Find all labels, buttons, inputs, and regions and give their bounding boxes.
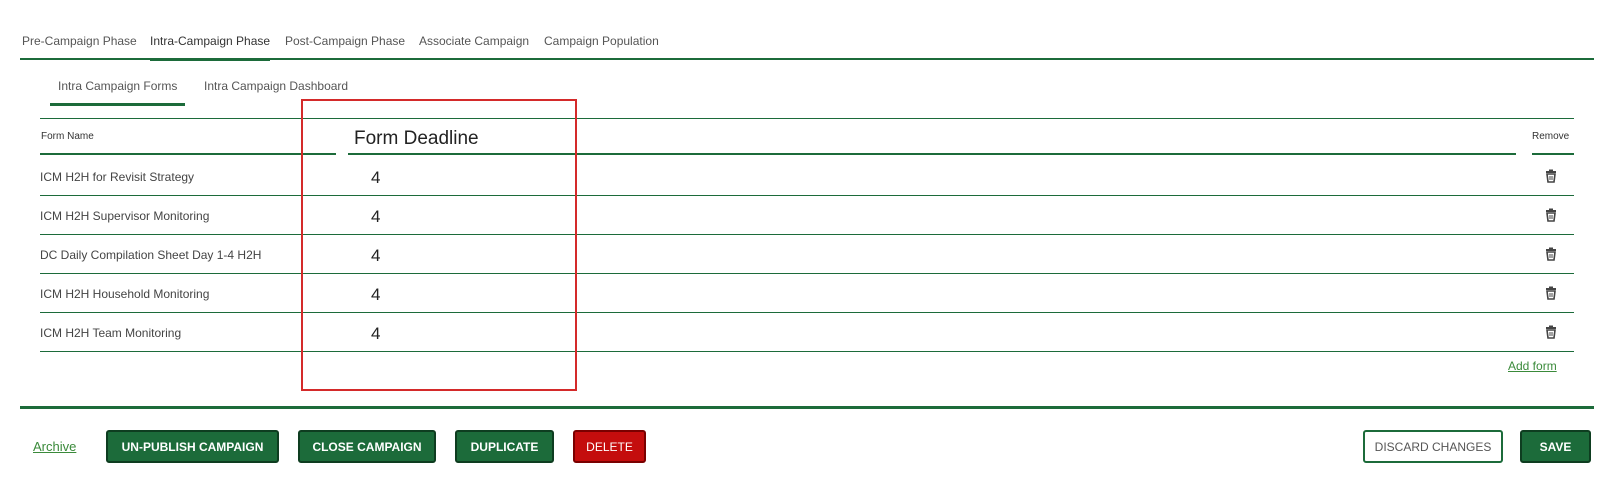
form-deadline-cell[interactable]: 4: [371, 285, 380, 305]
table-row: ICM H2H Household Monitoring 4: [40, 274, 1574, 313]
table-row: ICM H2H for Revisit Strategy 4: [40, 157, 1574, 196]
table-divider: [40, 118, 1574, 119]
tab-campaign-population[interactable]: Campaign Population: [544, 34, 659, 58]
intra-campaign-sub-tabs: Intra Campaign Forms Intra Campaign Dash…: [40, 75, 1580, 107]
table-row: ICM H2H Supervisor Monitoring 4: [40, 196, 1574, 235]
trash-icon[interactable]: [1544, 247, 1558, 261]
phase-tabs: Pre-Campaign Phase Intra-Campaign Phase …: [20, 30, 1594, 61]
archive-link[interactable]: Archive: [33, 439, 76, 454]
trash-icon[interactable]: [1544, 169, 1558, 183]
tab-pre-campaign-phase[interactable]: Pre-Campaign Phase: [22, 34, 137, 58]
form-name-cell: ICM H2H Supervisor Monitoring: [40, 209, 210, 223]
header-form-deadline: Form Deadline: [354, 128, 479, 149]
form-deadline-cell[interactable]: 4: [371, 207, 380, 227]
trash-icon[interactable]: [1544, 325, 1558, 339]
tab-post-campaign-phase[interactable]: Post-Campaign Phase: [285, 34, 405, 58]
form-name-cell: ICM H2H for Revisit Strategy: [40, 170, 195, 184]
tab-associate-campaign[interactable]: Associate Campaign: [419, 34, 529, 58]
table-row: DC Daily Compilation Sheet Day 1-4 H2H 4: [40, 235, 1574, 274]
table-row: ICM H2H Team Monitoring 4: [40, 313, 1574, 352]
form-name-cell: ICM H2H Household Monitoring: [40, 287, 210, 301]
form-deadline-cell[interactable]: 4: [371, 324, 380, 344]
add-form-link[interactable]: Add form: [1508, 359, 1557, 373]
header-remove: Remove: [1532, 131, 1570, 142]
unpublish-campaign-button[interactable]: UN-PUBLISH CAMPAIGN: [106, 430, 279, 463]
trash-icon[interactable]: [1544, 286, 1558, 300]
discard-changes-button[interactable]: DISCARD CHANGES: [1363, 430, 1503, 463]
header-underline-remove: [1532, 153, 1574, 155]
header-underline-form-name: [40, 153, 336, 155]
trash-icon[interactable]: [1544, 208, 1558, 222]
form-deadline-cell[interactable]: 4: [371, 246, 380, 266]
form-deadline-cell[interactable]: 4: [371, 168, 380, 188]
duplicate-button[interactable]: DUPLICATE: [455, 430, 554, 463]
save-button[interactable]: SAVE: [1520, 430, 1591, 463]
header-underline-form-deadline: [348, 153, 1516, 155]
form-name-cell: ICM H2H Team Monitoring: [40, 326, 182, 340]
footer-divider: [20, 406, 1594, 409]
tab-intra-campaign-forms[interactable]: Intra Campaign Forms: [50, 79, 186, 106]
header-form-name: Form Name: [41, 131, 94, 142]
tab-intra-campaign-phase[interactable]: Intra-Campaign Phase: [150, 34, 271, 61]
tab-intra-campaign-dashboard[interactable]: Intra Campaign Dashboard: [194, 79, 358, 103]
form-name-cell: DC Daily Compilation Sheet Day 1-4 H2H: [40, 248, 262, 262]
delete-button[interactable]: DELETE: [573, 430, 646, 463]
close-campaign-button[interactable]: CLOSE CAMPAIGN: [298, 430, 436, 463]
